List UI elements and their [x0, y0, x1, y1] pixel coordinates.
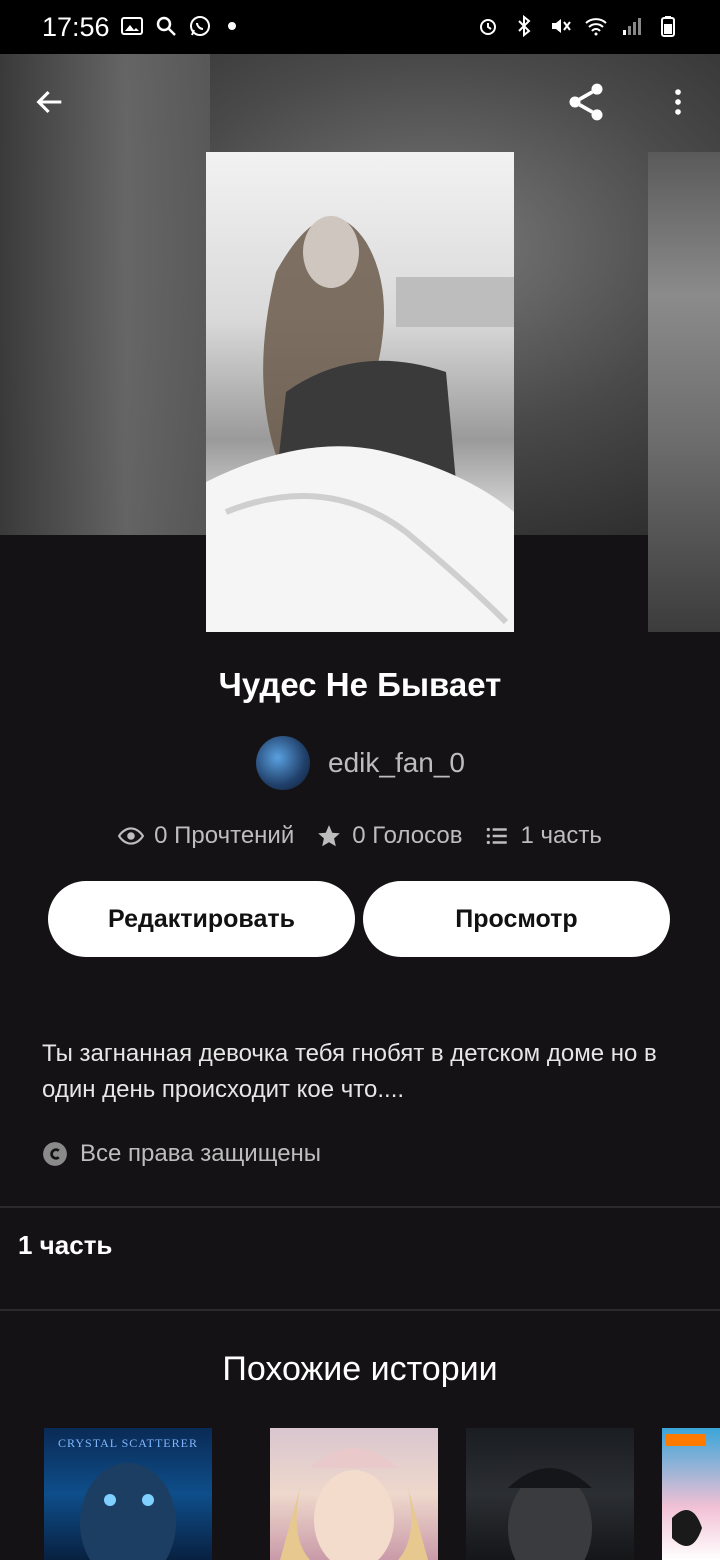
edit-button[interactable]: Редактировать	[48, 881, 355, 957]
parts-list-header[interactable]: 1 часть	[18, 1230, 112, 1261]
story-stats: 0 Прочтений 0 Голосов 1 часть	[0, 822, 720, 850]
similar-story-cover[interactable]	[662, 1428, 720, 1560]
votes-count: 0 Голосов	[352, 822, 463, 849]
similar-story-cover[interactable]: CRYSTAL SCATTERER	[44, 1428, 212, 1560]
next-cover-peek[interactable]	[648, 152, 720, 632]
divider	[0, 1309, 720, 1311]
search-icon	[156, 16, 176, 36]
status-left-icons	[120, 14, 236, 38]
parts-count: 1 часть	[520, 822, 602, 849]
bluetooth-icon	[518, 14, 531, 38]
cover-image	[206, 216, 514, 632]
star-icon	[318, 825, 341, 847]
signal-icon	[623, 18, 641, 35]
similar-story-cover[interactable]	[466, 1428, 634, 1560]
reads-stat: 0 Прочтений	[118, 822, 294, 850]
cover-image	[280, 1448, 428, 1560]
arrow-left-icon	[36, 90, 62, 114]
author-link[interactable]: edik_fan_0	[256, 736, 465, 790]
share-button[interactable]	[556, 72, 616, 132]
list-icon	[487, 827, 508, 845]
notification-dot-icon	[228, 22, 236, 30]
status-bar: 17:56	[0, 0, 720, 54]
parts-stat: 1 часть	[484, 822, 602, 850]
reads-count: 0 Прочтений	[154, 822, 295, 849]
copyright-label: Все права защищены	[80, 1140, 322, 1167]
avatar	[256, 736, 310, 790]
story-description: Ты загнанная девочка тебя гнобят в детск…	[42, 1040, 657, 1103]
eye-icon	[118, 827, 145, 845]
more-options-button[interactable]	[648, 72, 708, 132]
wifi-icon	[585, 18, 607, 36]
story-cover[interactable]	[206, 152, 514, 632]
copyright-icon	[43, 1142, 67, 1166]
copyright-info: Все права защищены	[42, 1140, 321, 1168]
author-name: edik_fan_0	[328, 747, 466, 778]
cover-title-text: CRYSTAL SCATTERER	[58, 1436, 198, 1450]
mute-icon	[552, 19, 571, 33]
cover-image	[508, 1468, 592, 1560]
divider	[0, 1206, 720, 1208]
share-icon	[569, 83, 603, 121]
more-vertical-icon	[675, 89, 681, 115]
cover-image	[666, 1434, 706, 1546]
status-time: 17:56	[42, 12, 110, 42]
back-button[interactable]	[20, 72, 80, 132]
whatsapp-icon	[190, 16, 210, 36]
alarm-icon	[480, 19, 496, 35]
similar-story-cover[interactable]	[270, 1428, 438, 1560]
story-title: Чудес Не Бывает	[218, 666, 502, 703]
votes-stat: 0 Голосов	[316, 822, 462, 850]
battery-icon	[661, 16, 675, 37]
similar-stories-title: Похожие истории	[222, 1350, 498, 1388]
status-right-icons	[476, 14, 680, 38]
gallery-icon	[121, 17, 143, 35]
preview-button[interactable]: Просмотр	[363, 881, 670, 957]
